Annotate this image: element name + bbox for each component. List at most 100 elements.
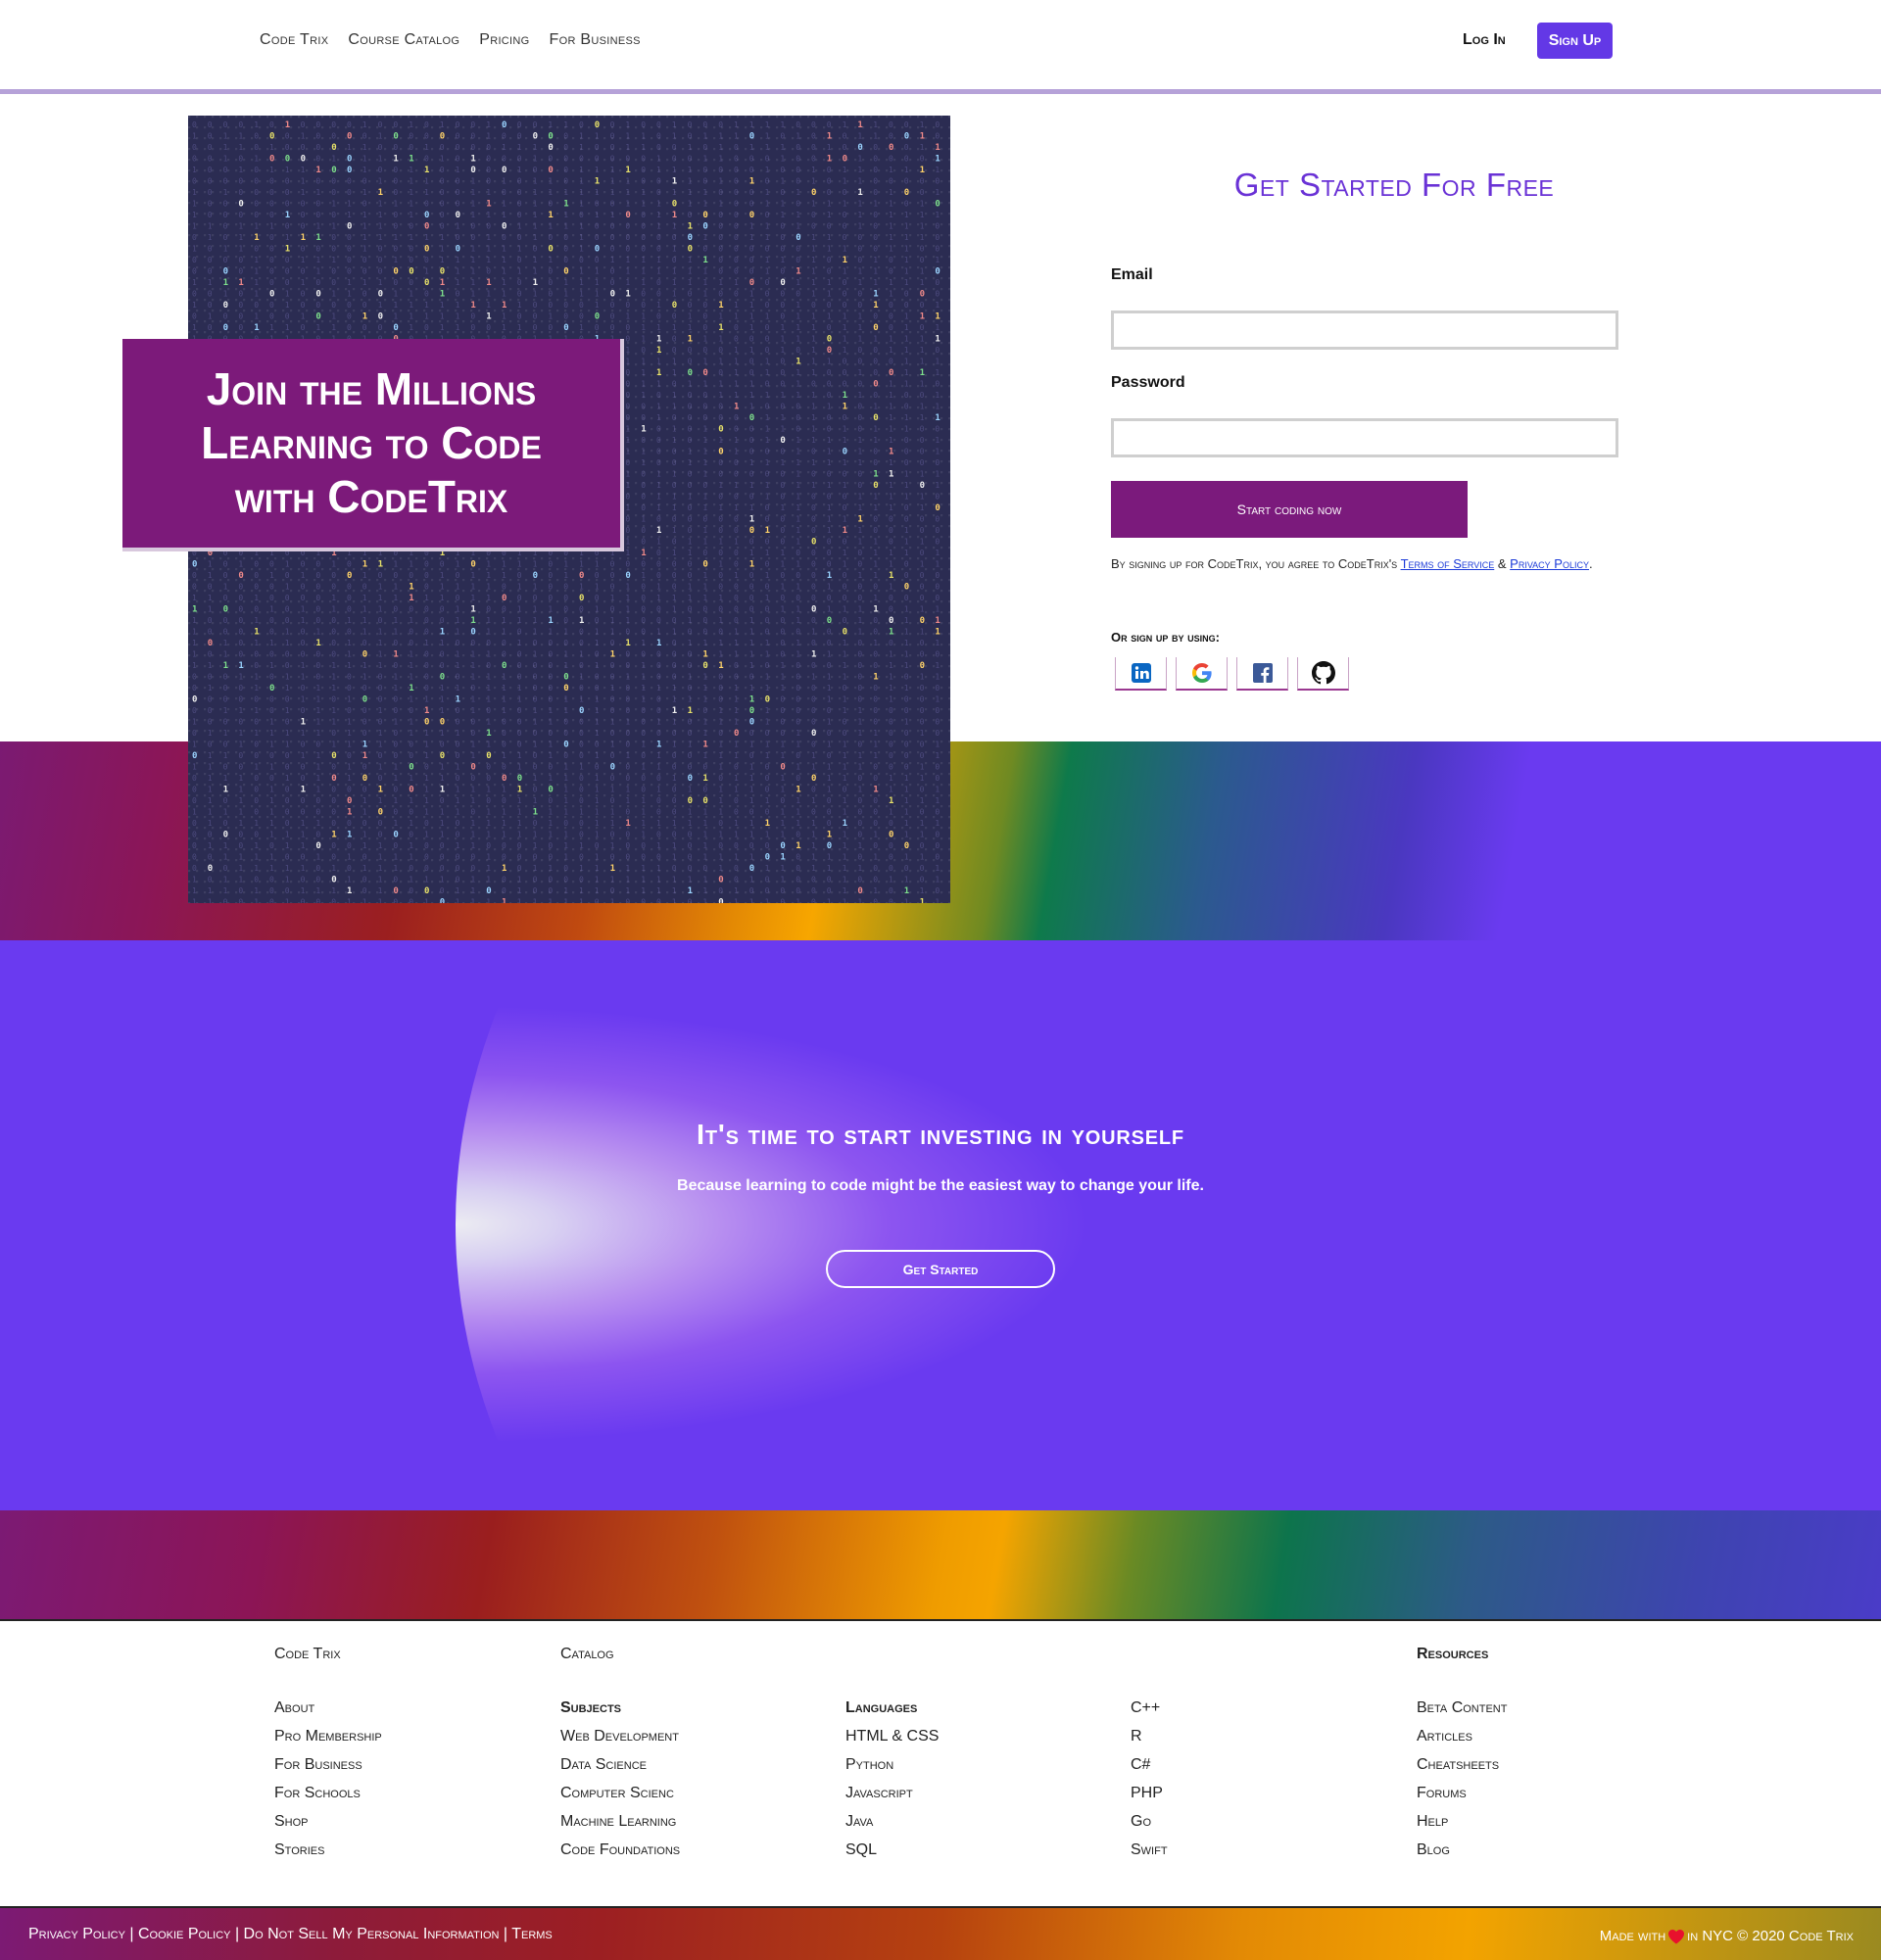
svg-text:1: 1	[641, 808, 646, 817]
svg-text:1: 1	[718, 301, 723, 311]
footer-brand[interactable]: Code Trix	[274, 1646, 341, 1663]
svg-text:0: 0	[702, 120, 707, 129]
svg-text:1: 1	[765, 436, 770, 445]
footer-link-cheatsheets[interactable]: Cheatsheets	[1417, 1756, 1507, 1785]
svg-text:1: 1	[904, 628, 909, 637]
svg-text:0: 0	[688, 120, 693, 129]
svg-text:0: 0	[920, 718, 925, 727]
svg-text:0: 0	[873, 583, 878, 592]
footer-link-forums[interactable]: Forums	[1417, 1785, 1507, 1813]
footer-catalog-heading[interactable]: Catalog	[560, 1646, 614, 1663]
svg-text:0: 0	[595, 222, 600, 231]
svg-text:1: 1	[424, 786, 429, 794]
footer-link-computer-science[interactable]: Computer Scienc	[560, 1785, 680, 1813]
email-input[interactable]	[1111, 311, 1618, 350]
legal-links[interactable]: Privacy Policy | Cookie Policy | Do Not …	[28, 1926, 553, 1943]
footer-link-for-schools[interactable]: For Schools	[274, 1785, 382, 1813]
footer-link-javascript[interactable]: Javascript	[845, 1785, 939, 1813]
svg-text:1: 1	[533, 605, 538, 614]
footer-link-html-css[interactable]: HTML & CSS	[845, 1728, 939, 1756]
svg-text:1: 1	[285, 628, 290, 637]
svg-text:1: 1	[208, 751, 213, 760]
svg-text:1: 1	[301, 605, 306, 614]
svg-text:1: 1	[470, 819, 475, 828]
footer-link-articles[interactable]: Articles	[1417, 1728, 1507, 1756]
footer-link-help[interactable]: Help	[1417, 1813, 1507, 1841]
footer-link-stories[interactable]: Stories	[274, 1841, 382, 1870]
svg-text:1: 1	[378, 278, 383, 287]
svg-text:1: 1	[409, 876, 413, 884]
svg-text:0: 0	[857, 741, 862, 749]
nav-link-code-trix[interactable]: Code Trix	[260, 31, 328, 49]
svg-text:0: 0	[765, 774, 770, 783]
svg-text:0: 0	[456, 155, 460, 164]
svg-text:1: 1	[533, 222, 538, 231]
footer-link-java[interactable]: Java	[845, 1813, 939, 1841]
svg-text:1: 1	[688, 188, 693, 197]
password-input[interactable]	[1111, 418, 1618, 457]
footer-link-blog[interactable]: Blog	[1417, 1841, 1507, 1870]
footer-link-web-development[interactable]: Web Development	[560, 1728, 680, 1756]
svg-text:1: 1	[765, 358, 770, 366]
google-signup-button[interactable]	[1176, 657, 1228, 691]
svg-text:0: 0	[656, 605, 661, 614]
footer-link-swift[interactable]: Swift	[1131, 1841, 1168, 1870]
svg-text:0: 0	[765, 290, 770, 299]
nav-link-for-business[interactable]: For Business	[550, 31, 641, 49]
nav-link-course-catalog[interactable]: Course Catalog	[348, 31, 459, 49]
footer-link-about[interactable]: About	[274, 1699, 382, 1728]
github-signup-button[interactable]	[1297, 657, 1349, 691]
svg-text:0: 0	[208, 177, 213, 186]
svg-text:1: 1	[625, 166, 630, 175]
svg-text:0: 0	[718, 695, 723, 704]
start-coding-button[interactable]: Start coding now	[1111, 481, 1468, 538]
svg-text:1: 1	[625, 583, 630, 592]
svg-text:0: 0	[641, 481, 646, 490]
footer-link-shop[interactable]: Shop	[274, 1813, 382, 1841]
svg-text:1: 1	[857, 188, 862, 198]
footer-link-python[interactable]: Python	[845, 1756, 939, 1785]
svg-text:0: 0	[238, 256, 243, 264]
svg-text:0: 0	[238, 594, 243, 602]
login-link[interactable]: Log In	[1463, 31, 1506, 49]
footer-link-go[interactable]: Go	[1131, 1813, 1168, 1841]
footer-link-pro-membership[interactable]: Pro Membership	[274, 1728, 382, 1756]
footer-link-code-foundations[interactable]: Code Foundations	[560, 1841, 680, 1870]
facebook-signup-button[interactable]	[1236, 657, 1288, 691]
get-started-button[interactable]: Get Started	[826, 1250, 1055, 1288]
svg-text:1: 1	[749, 549, 754, 557]
svg-text:0: 0	[734, 560, 739, 569]
svg-text:1: 1	[843, 245, 847, 254]
footer-link-beta-content[interactable]: Beta Content	[1417, 1699, 1507, 1728]
svg-text:0: 0	[301, 628, 306, 637]
svg-text:1: 1	[533, 841, 538, 850]
svg-text:0: 0	[765, 346, 770, 355]
svg-text:1: 1	[718, 323, 723, 333]
svg-text:0: 0	[393, 120, 398, 129]
nav-link-pricing[interactable]: Pricing	[479, 31, 529, 49]
svg-text:0: 0	[192, 786, 197, 794]
svg-text:1: 1	[440, 233, 445, 242]
svg-text:0: 0	[456, 751, 460, 760]
footer-link-cpp[interactable]: C++	[1131, 1699, 1168, 1728]
svg-text:1: 1	[857, 177, 862, 186]
svg-text:0: 0	[254, 741, 259, 749]
footer-link-php[interactable]: PHP	[1131, 1785, 1168, 1813]
svg-text:0: 0	[873, 323, 878, 333]
svg-text:0: 0	[827, 628, 832, 637]
footer-link-for-business[interactable]: For Business	[274, 1756, 382, 1785]
footer-link-data-science[interactable]: Data Science	[560, 1756, 680, 1785]
terms-of-service-link[interactable]: Terms of Service	[1401, 556, 1495, 571]
signup-button[interactable]: Sign Up	[1537, 23, 1613, 59]
svg-text:1: 1	[688, 786, 693, 794]
footer-link-r[interactable]: R	[1131, 1728, 1168, 1756]
linkedin-signup-button[interactable]	[1115, 657, 1167, 691]
privacy-policy-link[interactable]: Privacy Policy	[1510, 556, 1589, 571]
svg-text:1: 1	[393, 200, 398, 209]
svg-text:1: 1	[843, 741, 847, 749]
svg-text:1: 1	[331, 673, 336, 682]
footer-link-csharp[interactable]: C#	[1131, 1756, 1168, 1785]
svg-text:0: 0	[641, 222, 646, 231]
footer-link-machine-learning[interactable]: Machine Learning	[560, 1813, 680, 1841]
footer-link-sql[interactable]: SQL	[845, 1841, 939, 1870]
